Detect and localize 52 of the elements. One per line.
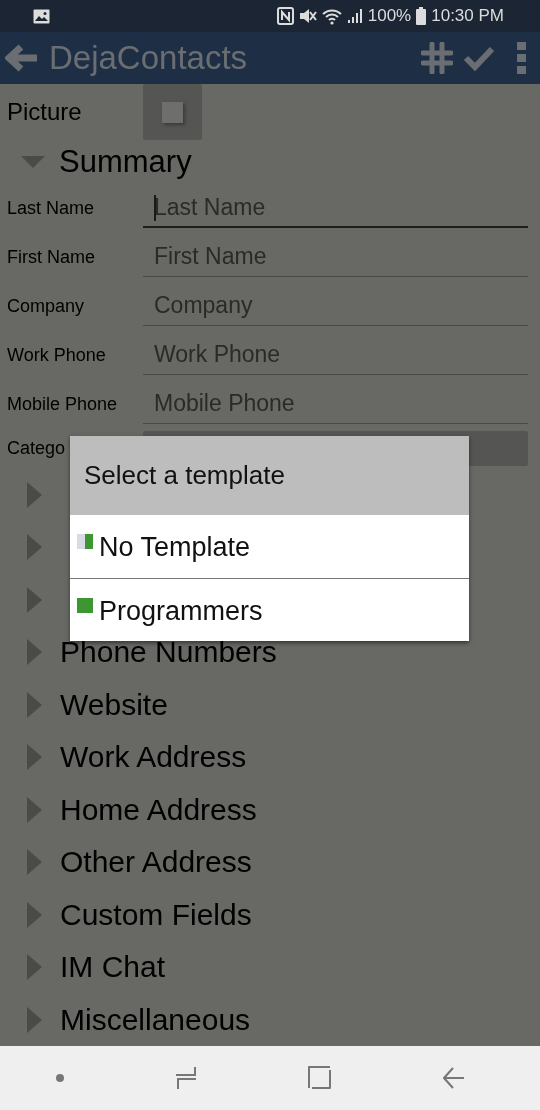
placeholder-square-icon — [162, 101, 183, 123]
dialog-title: Select a template — [70, 436, 469, 515]
section-header[interactable]: Home Address — [0, 783, 267, 836]
dot-button[interactable] — [55, 1074, 64, 1082]
hash-button[interactable] — [421, 42, 453, 74]
save-button[interactable] — [463, 45, 495, 71]
text-field[interactable]: Company — [143, 286, 528, 326]
picture-label: Picture — [7, 98, 83, 126]
text-field[interactable]: Last Name — [143, 188, 528, 228]
field-label: First Name — [7, 246, 96, 268]
battery-percent: 100% — [367, 6, 412, 26]
clock-time: 10:30 PM — [431, 6, 504, 26]
template-option[interactable]: No Template — [70, 515, 469, 578]
gallery-icon — [33, 8, 50, 24]
signal-icon — [346, 8, 363, 24]
more-menu-button[interactable] — [517, 42, 526, 74]
recents-button[interactable] — [174, 1066, 197, 1090]
field-label: Catego — [7, 438, 67, 460]
back-arrow-icon — [5, 44, 39, 72]
field-label: Company — [7, 295, 86, 317]
app-title: DejaContacts — [49, 39, 249, 77]
color-marker — [77, 534, 93, 549]
picture-button[interactable] — [143, 84, 202, 140]
section-header[interactable]: Custom Fields — [0, 888, 262, 941]
section-header[interactable]: Work Address — [0, 731, 257, 784]
section-title[interactable]: Summary — [59, 143, 192, 180]
home-button[interactable] — [307, 1066, 332, 1090]
section-header[interactable]: Website — [0, 678, 178, 731]
wifi-icon — [321, 7, 342, 25]
field-label: Work Phone — [7, 344, 107, 366]
text-field[interactable]: Work Phone — [143, 335, 528, 375]
section-header[interactable]: Other Address — [0, 836, 262, 889]
home-icon — [307, 1066, 332, 1090]
text-field[interactable]: Mobile Phone — [143, 384, 528, 424]
hash-icon — [421, 42, 453, 74]
text-field[interactable]: First Name — [143, 237, 528, 277]
battery-icon — [416, 7, 427, 25]
section-header[interactable]: Miscellaneous — [0, 993, 261, 1046]
dot-icon — [55, 1074, 64, 1082]
field-label: Last Name — [7, 197, 96, 219]
mute-icon — [298, 7, 317, 25]
section-header[interactable]: IM Chat — [0, 941, 176, 994]
template-option[interactable]: Programmers — [70, 578, 469, 641]
check-icon — [463, 45, 495, 71]
field-label: Mobile Phone — [7, 393, 119, 415]
back-icon — [442, 1066, 465, 1090]
back-button[interactable] — [442, 1066, 465, 1090]
nfc-icon — [276, 7, 294, 25]
more-vert-icon — [517, 42, 526, 74]
text-cursor — [154, 194, 156, 221]
back-button[interactable] — [5, 44, 39, 72]
recents-icon — [174, 1066, 197, 1090]
